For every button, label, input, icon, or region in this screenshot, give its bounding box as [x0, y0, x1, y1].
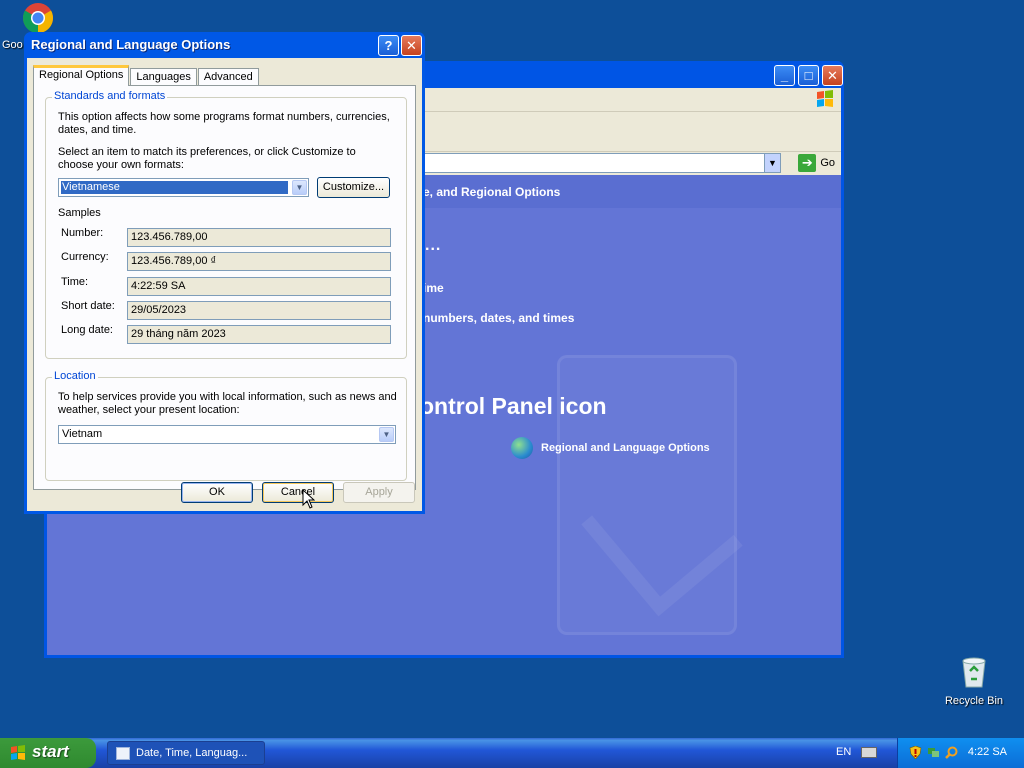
regional-options-label: Regional and Language Options	[541, 442, 710, 454]
sample-value-long-date: 29 tháng năm 2023	[127, 325, 391, 344]
task-link-1[interactable]: ime	[423, 281, 444, 295]
keyboard-icon[interactable]	[861, 747, 877, 758]
dialog-title: Regional and Language Options	[31, 37, 231, 52]
task-link-2[interactable]: numbers, dates, and times	[423, 311, 574, 325]
standards-legend: Standards and formats	[52, 90, 168, 102]
sample-label-currency: Currency:	[61, 251, 109, 263]
location-select[interactable]: Vietnam ▼	[58, 425, 396, 444]
regional-options-item[interactable]: Regional and Language Options	[511, 437, 710, 459]
sample-value-currency: 123.456.789,00 ₫	[127, 252, 391, 271]
go-arrow-icon: ➔	[798, 154, 817, 172]
desktop-icon-label: Recycle Bin	[944, 695, 1004, 707]
desktop-icon-recycle-bin[interactable]: Recycle Bin	[940, 655, 1008, 707]
close-button[interactable]: ✕	[401, 35, 422, 56]
pick-icon-heading: ontrol Panel icon	[420, 393, 607, 419]
location-select-value: Vietnam	[62, 428, 103, 440]
control-panel-icon	[116, 747, 130, 760]
sample-label-number: Number:	[61, 227, 104, 239]
sample-value-time: 4:22:59 SA	[127, 277, 391, 296]
sample-value-number: 123.456.789,00	[127, 228, 391, 247]
taskbar-button-date-time-language[interactable]: Date, Time, Languag...	[107, 741, 265, 765]
tab-panel: Standards and formats This option affect…	[33, 85, 416, 490]
mouse-cursor-icon	[302, 489, 315, 509]
globe-icon	[511, 437, 533, 459]
system-tray: 4:22 SA	[897, 738, 1024, 768]
location-legend: Location	[52, 370, 98, 382]
search-icon[interactable]	[945, 746, 958, 759]
start-button[interactable]: start	[0, 738, 96, 768]
clock[interactable]: 4:22 SA	[968, 746, 1007, 758]
tab-strip: Regional Options Languages Advanced	[33, 64, 260, 86]
maximize-button[interactable]: □	[798, 65, 819, 86]
desktop-icon-label: Goo	[2, 39, 23, 51]
go-label: Go	[820, 157, 835, 169]
help-button[interactable]: ?	[378, 35, 399, 56]
close-button[interactable]: ✕	[822, 65, 843, 86]
sample-label-short-date: Short date:	[61, 300, 115, 312]
desktop: Goo Recycle Bin _ □ ✕ ▼ ➔ Go e, and Regi…	[0, 0, 1024, 738]
minimize-button[interactable]: _	[774, 65, 795, 86]
taskbar: start Date, Time, Languag... EN 4:22 SA	[0, 738, 1024, 768]
apply-button[interactable]: Apply	[343, 482, 415, 503]
cancel-button[interactable]: Cancel	[262, 482, 334, 503]
select-prompt: Select an item to match its preferences,…	[58, 146, 356, 171]
location-description: To help services provide you with local …	[58, 391, 397, 416]
go-button[interactable]: ➔ Go	[798, 154, 835, 172]
language-indicator[interactable]: EN	[836, 746, 851, 758]
tab-advanced[interactable]: Advanced	[197, 68, 259, 86]
recycle-bin-icon	[962, 657, 986, 688]
customize-button[interactable]: Customize...	[317, 177, 390, 198]
chevron-down-icon[interactable]: ▼	[292, 180, 307, 195]
sample-value-short-date: 29/05/2023	[127, 301, 391, 320]
dialog-titlebar[interactable]: Regional and Language Options ? ✕	[27, 32, 422, 58]
regional-language-dialog: Regional and Language Options ? ✕ Region…	[24, 32, 425, 514]
samples-heading: Samples	[58, 207, 101, 219]
dialog-body: Regional Options Languages Advanced Stan…	[27, 58, 422, 511]
ok-button[interactable]: OK	[181, 482, 253, 503]
sample-label-long-date: Long date:	[61, 324, 113, 336]
address-dropdown[interactable]: ▼	[764, 153, 781, 173]
locale-select[interactable]: Vietnamese ▼	[58, 178, 309, 197]
start-label: start	[32, 742, 69, 761]
locale-select-value: Vietnamese	[61, 181, 288, 194]
tab-regional-options[interactable]: Regional Options	[33, 65, 130, 86]
network-icon[interactable]	[927, 746, 940, 759]
chrome-icon	[22, 3, 54, 34]
sample-label-time: Time:	[61, 276, 89, 288]
taskbar-button-label: Date, Time, Languag...	[136, 747, 248, 759]
category-title: e, and Regional Options	[423, 185, 561, 199]
standards-group: Standards and formats This option affect…	[45, 90, 407, 359]
chevron-down-icon[interactable]: ▼	[379, 427, 394, 442]
security-shield-icon[interactable]	[909, 746, 922, 759]
pick-task-heading: ...	[425, 237, 442, 254]
windows-logo-icon	[817, 90, 833, 107]
tab-languages[interactable]: Languages	[130, 68, 197, 86]
location-group: Location To help services provide you wi…	[45, 370, 407, 481]
standards-description: This option affects how some programs fo…	[58, 111, 390, 136]
windows-logo-icon	[11, 745, 25, 760]
